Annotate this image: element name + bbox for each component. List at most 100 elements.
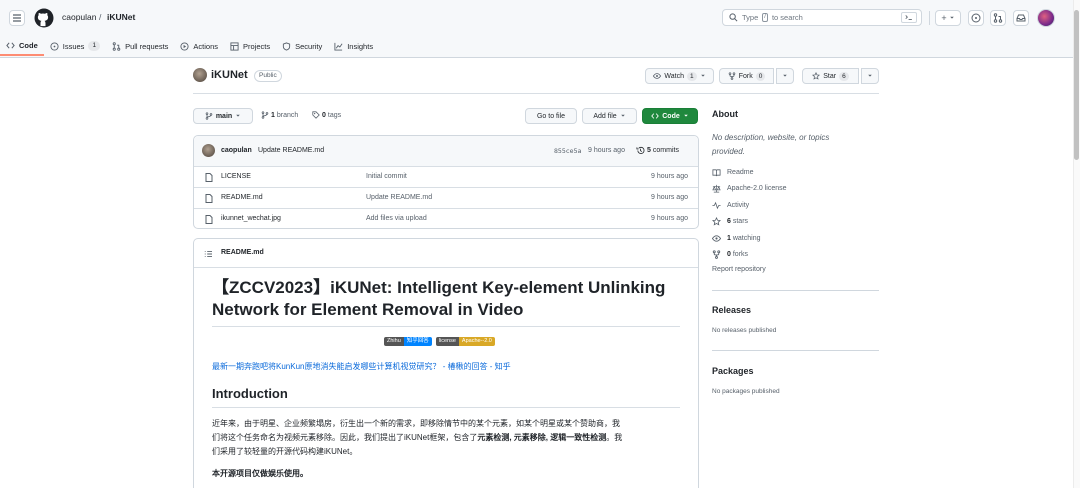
file-commit-time: 9 hours ago xyxy=(651,194,688,201)
code-icon xyxy=(651,113,660,119)
commits-history-link[interactable]: 5 commits xyxy=(636,146,679,155)
readme-link-label: Readme xyxy=(727,169,754,176)
tags-link[interactable]: 0 tags xyxy=(312,111,341,119)
github-logo-icon[interactable] xyxy=(34,8,54,28)
user-avatar[interactable] xyxy=(1037,9,1055,27)
caret-down-icon xyxy=(620,114,625,117)
star-button[interactable]: Star 6 xyxy=(802,68,859,84)
search-input[interactable]: Type / to search xyxy=(722,9,922,26)
star-dropdown-button[interactable] xyxy=(861,68,879,84)
tab-actions[interactable]: Actions xyxy=(174,36,224,56)
tag-icon xyxy=(312,111,320,119)
readme-title: 【ZCCV2023】iKUNet: Intelligent Key-elemen… xyxy=(212,277,665,321)
caret-down-icon xyxy=(783,74,787,77)
pull-requests-header-button[interactable] xyxy=(990,10,1006,26)
branches-link[interactable]: 1 branch xyxy=(261,111,298,119)
license-link[interactable]: Apache-2.0 license xyxy=(712,184,787,193)
tab-insights[interactable]: Insights xyxy=(328,36,379,56)
file-name[interactable]: ikunnet_wechat.jpg xyxy=(221,215,281,222)
issues-header-button[interactable] xyxy=(968,10,984,26)
code-icon xyxy=(6,41,15,49)
inbox-button[interactable] xyxy=(1013,10,1029,26)
commit-message[interactable]: Update README.md xyxy=(258,147,324,154)
book-icon xyxy=(712,169,721,177)
tab-projects[interactable]: Projects xyxy=(224,36,276,56)
fork-button[interactable]: Fork 0 xyxy=(719,68,774,84)
star-icon xyxy=(712,217,721,226)
file-row[interactable]: LICENSE Initial commit 9 hours ago xyxy=(194,166,698,187)
git-branch-icon xyxy=(205,112,213,120)
issues-counter: 1 xyxy=(88,41,101,51)
add-file-button[interactable]: Add file xyxy=(582,108,637,124)
hamburger-menu-button[interactable] xyxy=(9,10,25,26)
readme-link[interactable]: Readme xyxy=(712,168,753,177)
report-repository-link[interactable]: Report repository xyxy=(712,266,766,273)
repo-description: No description, website, or topics provi… xyxy=(712,131,829,159)
intro-line2-text: 们将这个任务命名为视频元素移除。因此，我们提出了iKUNet框架，包含了 xyxy=(212,433,478,442)
watch-label: Watch xyxy=(664,72,684,80)
packages-heading[interactable]: Packages xyxy=(712,366,754,376)
releases-heading[interactable]: Releases xyxy=(712,305,751,315)
activity-link-label: Activity xyxy=(727,202,750,209)
commit-count-word: commits xyxy=(652,147,679,154)
code-button[interactable]: Code xyxy=(642,108,698,124)
breadcrumb-owner[interactable]: caopulan xyxy=(62,12,97,22)
breadcrumb-repo[interactable]: iKUNet xyxy=(107,12,135,22)
license-badge[interactable]: license Apache--2.0 xyxy=(435,337,495,346)
watch-button[interactable]: Watch 1 xyxy=(645,68,714,84)
file-commit-time: 9 hours ago xyxy=(651,215,688,222)
file-commit-message[interactable]: Update README.md xyxy=(366,194,432,201)
branch-selector[interactable]: main xyxy=(193,108,253,124)
plus-icon: + xyxy=(941,13,947,23)
stars-label: stars xyxy=(732,218,749,225)
zhihu-answer-link[interactable]: 最新一期奔跑吧将KunKun原地消失能启发哪些计算机视觉研究？ - 椿楸的回答 … xyxy=(212,361,511,372)
forks-link[interactable]: 0 forks xyxy=(712,250,748,259)
list-unordered-icon[interactable] xyxy=(204,250,212,258)
command-palette-icon[interactable] xyxy=(901,12,917,23)
stars-link[interactable]: 6 stars xyxy=(712,217,748,226)
tab-actions-label: Actions xyxy=(193,41,219,51)
tab-code[interactable]: Code xyxy=(0,36,44,56)
tab-security-label: Security xyxy=(295,41,323,51)
owner-avatar[interactable] xyxy=(193,68,207,82)
file-browser: caopulan Update README.md 855ce5a 9 hour… xyxy=(193,135,699,229)
search-shortcut-key: / xyxy=(762,13,768,22)
tab-issues[interactable]: Issues 1 xyxy=(44,36,106,56)
tab-insights-label: Insights xyxy=(347,41,374,51)
caret-down-icon xyxy=(236,114,240,117)
file-icon xyxy=(205,194,213,203)
readme-panel: README.md 【ZCCV2023】iKUNet: Intelligent … xyxy=(193,238,699,488)
search-placeholder-pre: Type xyxy=(742,13,759,22)
readme-filename[interactable]: README.md xyxy=(221,249,264,256)
play-icon xyxy=(180,41,189,51)
file-commit-message[interactable]: Add files via upload xyxy=(366,215,427,222)
file-row[interactable]: ikunnet_wechat.jpg Add files via upload … xyxy=(194,208,698,229)
file-name[interactable]: README.md xyxy=(221,194,263,201)
visibility-badge: Public xyxy=(254,70,282,82)
law-icon xyxy=(712,184,721,193)
file-name[interactable]: LICENSE xyxy=(221,173,251,180)
zhihu-badge[interactable]: Zhihu 知乎回答 xyxy=(384,337,432,346)
file-icon xyxy=(205,215,213,224)
file-commit-message[interactable]: Initial commit xyxy=(366,173,407,180)
create-new-button[interactable]: + xyxy=(935,10,961,26)
go-to-file-button[interactable]: Go to file xyxy=(525,108,577,124)
search-placeholder-post: to search xyxy=(771,13,803,22)
tab-security[interactable]: Security xyxy=(276,36,328,56)
fork-dropdown-button[interactable] xyxy=(776,68,794,84)
caret-down-icon xyxy=(949,16,954,19)
pull-request-icon xyxy=(112,41,121,51)
activity-link[interactable]: Activity xyxy=(712,201,749,210)
repo-title[interactable]: iKUNet xyxy=(211,69,248,81)
commit-author[interactable]: caopulan xyxy=(221,147,252,154)
page-scrollbar-thumb[interactable] xyxy=(1074,10,1079,160)
commit-hash[interactable]: 855ce5a xyxy=(554,147,581,155)
readme-header-divider xyxy=(194,267,698,268)
star-count: 6 xyxy=(839,71,849,81)
tab-pull-requests[interactable]: Pull requests xyxy=(106,36,174,56)
branch-word: branch xyxy=(276,111,299,119)
file-row[interactable]: README.md Update README.md 9 hours ago xyxy=(194,187,698,208)
eye-icon xyxy=(712,235,721,242)
commit-author-avatar[interactable] xyxy=(202,144,215,157)
watching-link[interactable]: 1 watching xyxy=(712,234,761,243)
